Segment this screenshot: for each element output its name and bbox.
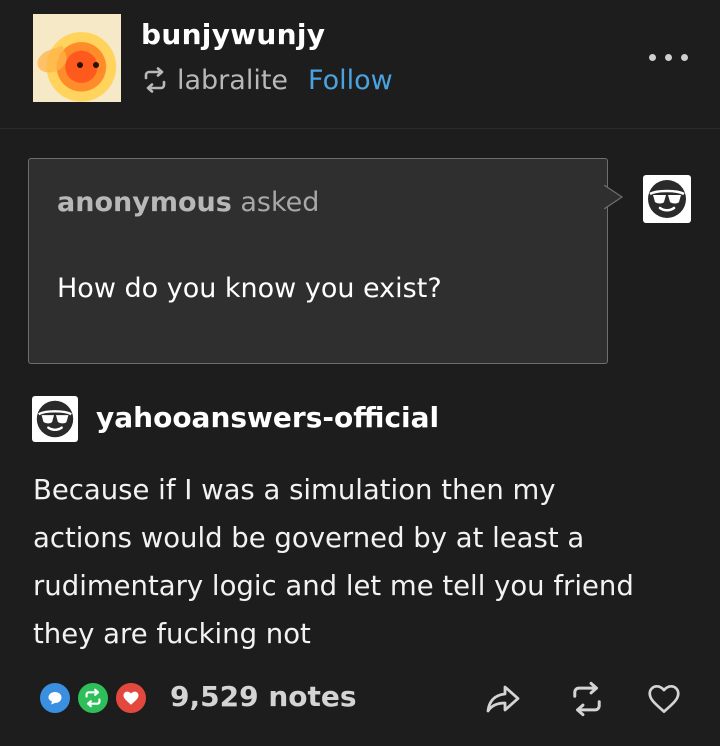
question-text: How do you know you exist?: [57, 273, 442, 304]
reblog-badge-icon: [76, 681, 110, 715]
heart-icon[interactable]: [645, 680, 683, 718]
answerer-avatar[interactable]: [32, 396, 78, 442]
asker-line: anonymous asked: [57, 187, 319, 218]
comment-bubble-icon: [38, 681, 72, 715]
reblog-source-username[interactable]: labralite: [177, 65, 288, 96]
heart-badge-icon: [114, 681, 148, 715]
answer-text: Because if I was a simulation then my ac…: [33, 466, 693, 658]
post-header: bunjywunjy labralite Follow: [0, 0, 720, 129]
answerer-username[interactable]: yahooanswers-official: [96, 401, 439, 434]
asker-name: anonymous: [57, 187, 232, 218]
asked-label: asked: [240, 187, 320, 218]
ask-bubble-pointer: [604, 185, 624, 209]
share-icon[interactable]: [484, 680, 522, 718]
recipient-avatar[interactable]: [643, 175, 691, 223]
reblog-icon[interactable]: [568, 680, 606, 718]
author-username[interactable]: bunjywunjy: [141, 18, 325, 51]
answer-line: rudimentary logic and let me tell you fr…: [33, 570, 634, 602]
answer-line: actions would be governed by at least a: [33, 522, 585, 554]
reblog-source-row: labralite Follow: [141, 60, 393, 100]
author-avatar[interactable]: [33, 14, 121, 102]
post-footer: 9,529 notes: [0, 668, 720, 728]
answer-line: they are fucking not: [33, 618, 311, 650]
follow-link[interactable]: Follow: [308, 65, 393, 96]
reblog-small-icon: [141, 66, 169, 94]
more-options-icon[interactable]: [647, 48, 691, 68]
ask-bubble: anonymous asked How do you know you exis…: [28, 158, 608, 364]
note-type-badges[interactable]: [38, 681, 150, 715]
answer-line: Because if I was a simulation then my: [33, 474, 556, 506]
notes-count[interactable]: 9,529 notes: [170, 680, 357, 713]
